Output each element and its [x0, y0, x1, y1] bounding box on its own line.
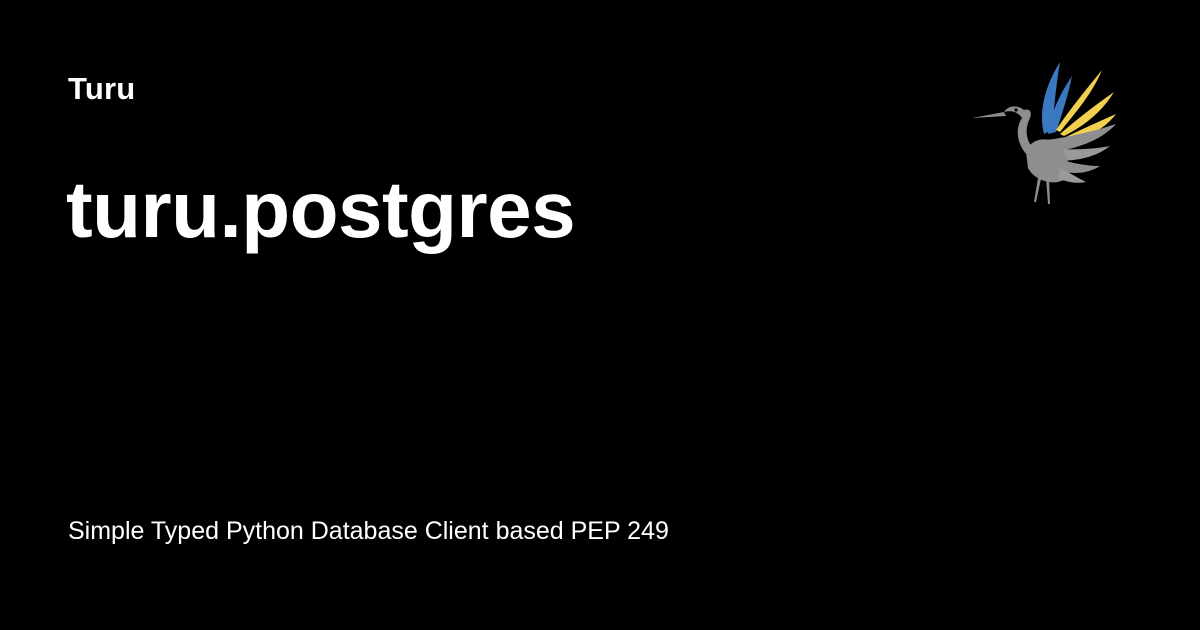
- page-title: turu.postgres: [66, 165, 576, 254]
- page-description: Simple Typed Python Database Client base…: [68, 517, 669, 545]
- heron-logo-icon: [972, 62, 1116, 204]
- site-name: Turu: [68, 71, 136, 106]
- social-card: Turu turu.postgres Simple Typed Python D…: [0, 0, 1200, 630]
